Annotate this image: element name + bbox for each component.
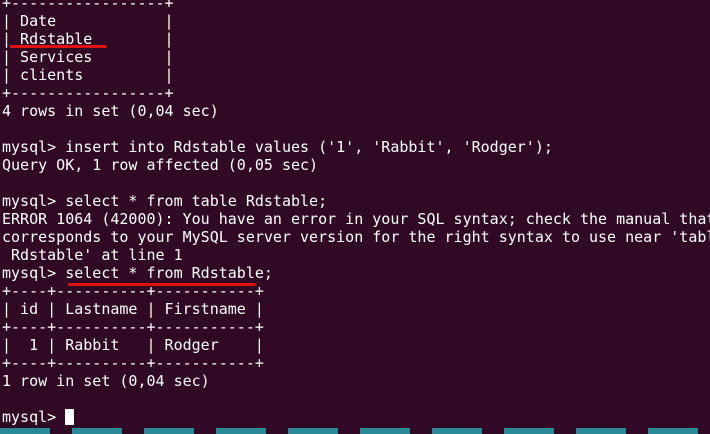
prompt-line[interactable]: mysql> bbox=[2, 408, 710, 426]
terminal-line: mysql> select * from Rdstable; bbox=[2, 264, 273, 282]
terminal-line: +-----------------+ bbox=[2, 84, 174, 102]
terminal-output: +-----------------+ | Date | | Rdstable | |… bbox=[2, 0, 710, 426]
terminal-line: +----+----------+-----------+ bbox=[2, 318, 264, 336]
annotation-underline-select-query bbox=[68, 283, 256, 286]
terminal-line: mysql> insert into Rdstable values ('1',… bbox=[2, 138, 553, 156]
terminal-line: +-----------------+ bbox=[2, 0, 174, 12]
terminal-line: | 1 | Rabbit | Rodger | bbox=[2, 336, 264, 354]
terminal-line: | clients | bbox=[2, 66, 174, 84]
terminal-line: Rdstable' at line 1 bbox=[2, 246, 183, 264]
taskbar-strip bbox=[0, 428, 710, 434]
cursor bbox=[65, 409, 75, 425]
terminal-line: mysql> select * from table Rdstable; bbox=[2, 192, 328, 210]
terminal-line: | Services | bbox=[2, 48, 174, 66]
terminal-line: 4 rows in set (0,04 sec) bbox=[2, 102, 219, 120]
annotation-underline-rdstable bbox=[10, 45, 107, 48]
terminal-line: Query OK, 1 row affected (0,05 sec) bbox=[2, 156, 319, 174]
terminal-line: | Date | bbox=[2, 12, 174, 30]
terminal-line: +----+----------+-----------+ bbox=[2, 354, 264, 372]
terminal-line: | id | Lastname | Firstname | bbox=[2, 300, 264, 318]
terminal-line: | Rdstable | bbox=[2, 30, 174, 48]
terminal-line: 1 row in set (0,04 sec) bbox=[2, 372, 210, 390]
terminal-line: corresponds to your MySQL server version… bbox=[2, 228, 710, 246]
prompt: mysql> bbox=[2, 408, 66, 426]
terminal-line: ERROR 1064 (42000): You have an error in… bbox=[2, 210, 710, 228]
